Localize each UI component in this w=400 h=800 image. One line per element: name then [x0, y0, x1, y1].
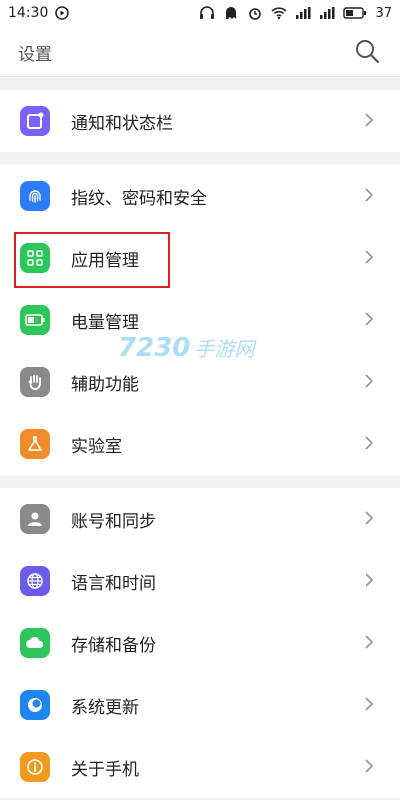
settings-item-security[interactable]: 指纹、密码和安全: [0, 165, 400, 227]
chevron-right-icon: [364, 435, 374, 451]
play-icon: [54, 6, 70, 20]
notification-icon: [20, 106, 50, 136]
hand-icon: [20, 367, 50, 397]
settings-item-label: 存储和备份: [71, 635, 156, 656]
settings-item-notifications[interactable]: 通知和状态栏: [0, 90, 400, 152]
chevron-right-icon: [364, 112, 374, 128]
account-icon: [20, 504, 50, 534]
status-bar: 14:30 37: [0, 0, 400, 26]
alarm-icon: [247, 6, 263, 20]
settings-item-label: 电量管理: [71, 312, 139, 333]
settings-item-label: 辅助功能: [71, 374, 139, 395]
highlight-box: [14, 232, 170, 288]
chevron-right-icon: [364, 311, 374, 327]
fingerprint-icon: [20, 181, 50, 211]
settings-item-label: 指纹、密码和安全: [71, 188, 207, 209]
update-icon: [20, 690, 50, 720]
chevron-right-icon: [364, 758, 374, 774]
chevron-right-icon: [364, 187, 374, 203]
watermark: 7230 手游网: [118, 333, 254, 363]
settings-item-account[interactable]: 账号和同步: [0, 488, 400, 550]
signal-4g-icon: [319, 6, 335, 20]
settings-item-language[interactable]: 语言和时间: [0, 550, 400, 612]
info-icon: [20, 752, 50, 782]
battery-status-icon: [343, 6, 367, 20]
chevron-right-icon: [364, 510, 374, 526]
wifi-icon: [271, 6, 288, 20]
settings-section-2: 指纹、密码和安全 应用管理 电量管理 辅助功能 实验室: [0, 165, 400, 475]
chevron-right-icon: [364, 249, 374, 265]
chevron-right-icon: [364, 572, 374, 588]
flask-icon: [20, 429, 50, 459]
watermark-text: 手游网: [194, 337, 255, 361]
page-title: 设置: [18, 45, 52, 65]
battery-percent: 37: [375, 5, 392, 21]
settings-header: 设置: [0, 26, 400, 77]
chevron-right-icon: [364, 634, 374, 650]
settings-item-label: 账号和同步: [71, 511, 156, 532]
settings-item-label: 通知和状态栏: [71, 113, 173, 134]
settings-item-label: 关于手机: [71, 759, 139, 780]
settings-section-3: 账号和同步 语言和时间 存储和备份 系统更新 关于手机: [0, 488, 400, 798]
search-icon[interactable]: [354, 38, 380, 64]
ghost-icon: [223, 6, 239, 20]
signal-3g-icon: [295, 6, 311, 20]
settings-item-lab[interactable]: 实验室: [0, 413, 400, 475]
settings-item-label: 语言和时间: [71, 573, 156, 594]
settings-item-system-update[interactable]: 系统更新: [0, 674, 400, 736]
settings-item-label: 系统更新: [71, 697, 139, 718]
settings-item-label: 实验室: [71, 436, 122, 457]
settings-item-storage[interactable]: 存储和备份: [0, 612, 400, 674]
chevron-right-icon: [364, 696, 374, 712]
globe-icon: [20, 566, 50, 596]
watermark-number: 7230: [118, 333, 191, 363]
status-time: 14:30: [8, 5, 49, 21]
settings-section-1: 通知和状态栏: [0, 90, 400, 152]
chevron-right-icon: [364, 373, 374, 389]
cloud-icon: [20, 628, 50, 658]
battery-icon: [20, 305, 50, 335]
settings-item-about[interactable]: 关于手机: [0, 736, 400, 798]
headphones-icon: [199, 6, 215, 20]
